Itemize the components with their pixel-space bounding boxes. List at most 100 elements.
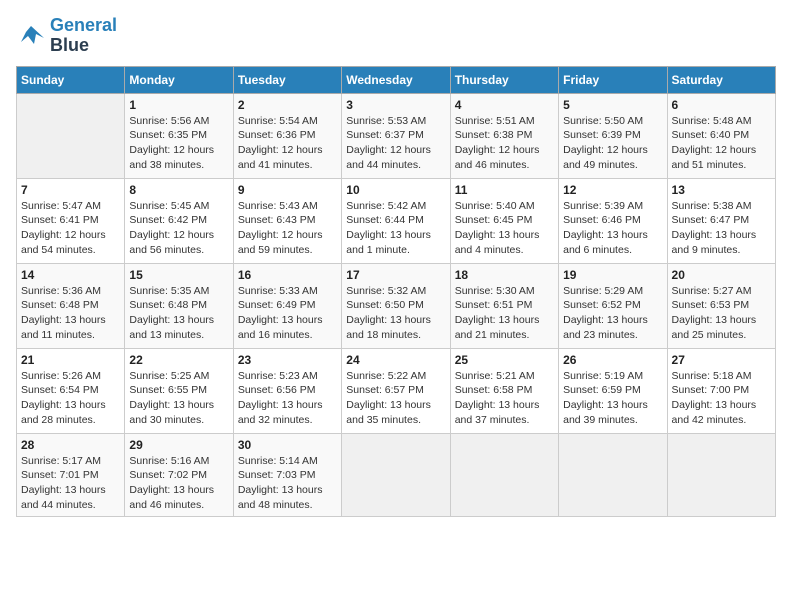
calendar-cell: 1 Sunrise: 5:56 AMSunset: 6:35 PMDayligh… <box>125 93 233 178</box>
calendar-cell: 12 Sunrise: 5:39 AMSunset: 6:46 PMDaylig… <box>559 178 667 263</box>
weekday-header-friday: Friday <box>559 66 667 93</box>
day-info: Sunrise: 5:47 AMSunset: 6:41 PMDaylight:… <box>21 199 120 258</box>
day-number: 6 <box>672 98 771 112</box>
calendar-cell: 30 Sunrise: 5:14 AMSunset: 7:03 PMDaylig… <box>233 433 341 517</box>
day-info: Sunrise: 5:48 AMSunset: 6:40 PMDaylight:… <box>672 114 771 173</box>
day-info: Sunrise: 5:53 AMSunset: 6:37 PMDaylight:… <box>346 114 445 173</box>
day-info: Sunrise: 5:22 AMSunset: 6:57 PMDaylight:… <box>346 369 445 428</box>
weekday-header-monday: Monday <box>125 66 233 93</box>
day-number: 3 <box>346 98 445 112</box>
calendar-cell: 27 Sunrise: 5:18 AMSunset: 7:00 PMDaylig… <box>667 348 775 433</box>
calendar-cell: 2 Sunrise: 5:54 AMSunset: 6:36 PMDayligh… <box>233 93 341 178</box>
calendar-cell: 5 Sunrise: 5:50 AMSunset: 6:39 PMDayligh… <box>559 93 667 178</box>
calendar-cell: 6 Sunrise: 5:48 AMSunset: 6:40 PMDayligh… <box>667 93 775 178</box>
calendar-cell: 20 Sunrise: 5:27 AMSunset: 6:53 PMDaylig… <box>667 263 775 348</box>
day-info: Sunrise: 5:29 AMSunset: 6:52 PMDaylight:… <box>563 284 662 343</box>
day-info: Sunrise: 5:50 AMSunset: 6:39 PMDaylight:… <box>563 114 662 173</box>
calendar-cell: 8 Sunrise: 5:45 AMSunset: 6:42 PMDayligh… <box>125 178 233 263</box>
day-number: 8 <box>129 183 228 197</box>
day-number: 26 <box>563 353 662 367</box>
day-info: Sunrise: 5:35 AMSunset: 6:48 PMDaylight:… <box>129 284 228 343</box>
weekday-header-wednesday: Wednesday <box>342 66 450 93</box>
day-info: Sunrise: 5:27 AMSunset: 6:53 PMDaylight:… <box>672 284 771 343</box>
day-info: Sunrise: 5:32 AMSunset: 6:50 PMDaylight:… <box>346 284 445 343</box>
calendar-cell: 9 Sunrise: 5:43 AMSunset: 6:43 PMDayligh… <box>233 178 341 263</box>
calendar-cell: 21 Sunrise: 5:26 AMSunset: 6:54 PMDaylig… <box>17 348 125 433</box>
calendar-cell <box>450 433 558 517</box>
day-number: 20 <box>672 268 771 282</box>
day-number: 17 <box>346 268 445 282</box>
day-number: 24 <box>346 353 445 367</box>
day-number: 13 <box>672 183 771 197</box>
calendar-cell <box>17 93 125 178</box>
day-number: 29 <box>129 438 228 452</box>
logo: General Blue <box>16 16 117 56</box>
day-number: 28 <box>21 438 120 452</box>
day-number: 9 <box>238 183 337 197</box>
page-header: General Blue <box>16 16 776 56</box>
calendar-cell: 26 Sunrise: 5:19 AMSunset: 6:59 PMDaylig… <box>559 348 667 433</box>
calendar-cell <box>559 433 667 517</box>
calendar-cell: 7 Sunrise: 5:47 AMSunset: 6:41 PMDayligh… <box>17 178 125 263</box>
day-info: Sunrise: 5:36 AMSunset: 6:48 PMDaylight:… <box>21 284 120 343</box>
day-info: Sunrise: 5:38 AMSunset: 6:47 PMDaylight:… <box>672 199 771 258</box>
calendar-cell: 4 Sunrise: 5:51 AMSunset: 6:38 PMDayligh… <box>450 93 558 178</box>
calendar-cell: 28 Sunrise: 5:17 AMSunset: 7:01 PMDaylig… <box>17 433 125 517</box>
day-number: 15 <box>129 268 228 282</box>
day-number: 18 <box>455 268 554 282</box>
weekday-header-thursday: Thursday <box>450 66 558 93</box>
day-number: 19 <box>563 268 662 282</box>
day-number: 12 <box>563 183 662 197</box>
day-number: 5 <box>563 98 662 112</box>
calendar-cell: 25 Sunrise: 5:21 AMSunset: 6:58 PMDaylig… <box>450 348 558 433</box>
day-info: Sunrise: 5:26 AMSunset: 6:54 PMDaylight:… <box>21 369 120 428</box>
weekday-header-tuesday: Tuesday <box>233 66 341 93</box>
day-info: Sunrise: 5:25 AMSunset: 6:55 PMDaylight:… <box>129 369 228 428</box>
day-info: Sunrise: 5:17 AMSunset: 7:01 PMDaylight:… <box>21 454 120 513</box>
day-info: Sunrise: 5:56 AMSunset: 6:35 PMDaylight:… <box>129 114 228 173</box>
calendar-cell: 15 Sunrise: 5:35 AMSunset: 6:48 PMDaylig… <box>125 263 233 348</box>
calendar-week-3: 14 Sunrise: 5:36 AMSunset: 6:48 PMDaylig… <box>17 263 776 348</box>
day-info: Sunrise: 5:18 AMSunset: 7:00 PMDaylight:… <box>672 369 771 428</box>
calendar-cell: 14 Sunrise: 5:36 AMSunset: 6:48 PMDaylig… <box>17 263 125 348</box>
calendar-cell: 17 Sunrise: 5:32 AMSunset: 6:50 PMDaylig… <box>342 263 450 348</box>
day-number: 30 <box>238 438 337 452</box>
day-info: Sunrise: 5:54 AMSunset: 6:36 PMDaylight:… <box>238 114 337 173</box>
calendar-cell: 22 Sunrise: 5:25 AMSunset: 6:55 PMDaylig… <box>125 348 233 433</box>
day-info: Sunrise: 5:23 AMSunset: 6:56 PMDaylight:… <box>238 369 337 428</box>
day-info: Sunrise: 5:42 AMSunset: 6:44 PMDaylight:… <box>346 199 445 258</box>
logo-icon <box>16 24 46 48</box>
day-number: 14 <box>21 268 120 282</box>
day-info: Sunrise: 5:19 AMSunset: 6:59 PMDaylight:… <box>563 369 662 428</box>
day-info: Sunrise: 5:21 AMSunset: 6:58 PMDaylight:… <box>455 369 554 428</box>
calendar-cell: 13 Sunrise: 5:38 AMSunset: 6:47 PMDaylig… <box>667 178 775 263</box>
weekday-header-sunday: Sunday <box>17 66 125 93</box>
day-number: 16 <box>238 268 337 282</box>
calendar-cell: 24 Sunrise: 5:22 AMSunset: 6:57 PMDaylig… <box>342 348 450 433</box>
calendar-cell: 18 Sunrise: 5:30 AMSunset: 6:51 PMDaylig… <box>450 263 558 348</box>
calendar-cell: 29 Sunrise: 5:16 AMSunset: 7:02 PMDaylig… <box>125 433 233 517</box>
calendar-cell: 11 Sunrise: 5:40 AMSunset: 6:45 PMDaylig… <box>450 178 558 263</box>
day-info: Sunrise: 5:33 AMSunset: 6:49 PMDaylight:… <box>238 284 337 343</box>
calendar-cell: 23 Sunrise: 5:23 AMSunset: 6:56 PMDaylig… <box>233 348 341 433</box>
day-info: Sunrise: 5:14 AMSunset: 7:03 PMDaylight:… <box>238 454 337 513</box>
day-info: Sunrise: 5:30 AMSunset: 6:51 PMDaylight:… <box>455 284 554 343</box>
calendar-cell <box>342 433 450 517</box>
day-info: Sunrise: 5:51 AMSunset: 6:38 PMDaylight:… <box>455 114 554 173</box>
calendar-week-5: 28 Sunrise: 5:17 AMSunset: 7:01 PMDaylig… <box>17 433 776 517</box>
day-number: 11 <box>455 183 554 197</box>
calendar-week-2: 7 Sunrise: 5:47 AMSunset: 6:41 PMDayligh… <box>17 178 776 263</box>
calendar-table: SundayMondayTuesdayWednesdayThursdayFrid… <box>16 66 776 518</box>
day-info: Sunrise: 5:40 AMSunset: 6:45 PMDaylight:… <box>455 199 554 258</box>
day-number: 25 <box>455 353 554 367</box>
calendar-cell: 16 Sunrise: 5:33 AMSunset: 6:49 PMDaylig… <box>233 263 341 348</box>
day-info: Sunrise: 5:16 AMSunset: 7:02 PMDaylight:… <box>129 454 228 513</box>
day-number: 21 <box>21 353 120 367</box>
calendar-cell: 10 Sunrise: 5:42 AMSunset: 6:44 PMDaylig… <box>342 178 450 263</box>
calendar-cell <box>667 433 775 517</box>
calendar-cell: 19 Sunrise: 5:29 AMSunset: 6:52 PMDaylig… <box>559 263 667 348</box>
day-info: Sunrise: 5:39 AMSunset: 6:46 PMDaylight:… <box>563 199 662 258</box>
calendar-week-4: 21 Sunrise: 5:26 AMSunset: 6:54 PMDaylig… <box>17 348 776 433</box>
day-number: 2 <box>238 98 337 112</box>
logo-text: General Blue <box>50 16 117 56</box>
